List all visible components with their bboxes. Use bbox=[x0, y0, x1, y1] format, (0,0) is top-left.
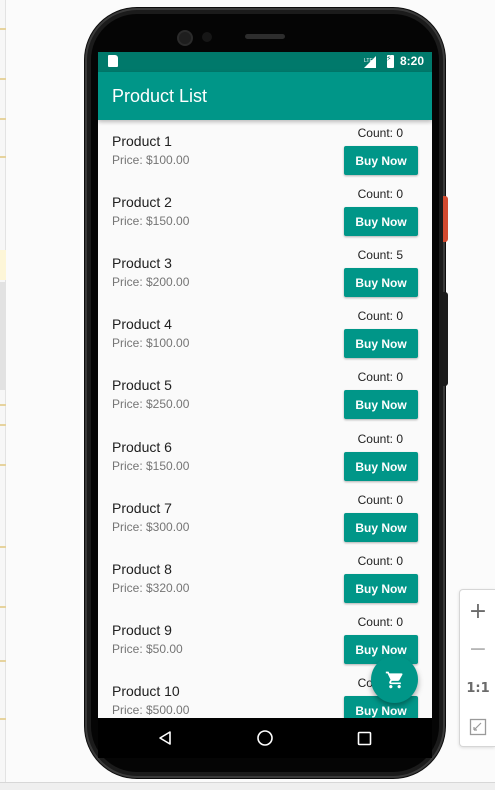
product-name: Product 7 bbox=[112, 500, 172, 516]
signal-icon: LTE bbox=[364, 56, 376, 68]
actual-size-button[interactable]: 1:1 bbox=[460, 669, 495, 707]
fit-screen-icon bbox=[469, 718, 487, 736]
buy-now-button[interactable]: Buy Now bbox=[344, 146, 418, 175]
list-item: Product 4 Price: $100.00 Count: 0 Buy No… bbox=[98, 303, 432, 364]
list-item: Product 6 Price: $150.00 Count: 0 Buy No… bbox=[98, 426, 432, 487]
back-button[interactable] bbox=[155, 728, 175, 748]
sd-card-icon bbox=[108, 55, 118, 67]
buy-now-button[interactable]: Buy Now bbox=[344, 513, 418, 542]
product-price: Price: $150.00 bbox=[112, 214, 190, 228]
zoom-in-button[interactable]: + bbox=[460, 592, 495, 630]
list-item: Product 3 Price: $200.00 Count: 5 Buy No… bbox=[98, 242, 432, 303]
earpiece-speaker bbox=[245, 34, 285, 39]
product-price: Price: $500.00 bbox=[112, 703, 190, 717]
product-name: Product 4 bbox=[112, 316, 172, 332]
list-item: Product 2 Price: $150.00 Count: 0 Buy No… bbox=[98, 181, 432, 242]
product-name: Product 1 bbox=[112, 133, 172, 149]
product-name: Product 10 bbox=[112, 683, 180, 699]
battery-charging-icon bbox=[386, 54, 394, 68]
back-icon bbox=[159, 731, 171, 745]
status-bar: LTE 8:20 bbox=[98, 52, 432, 72]
svg-text:LTE: LTE bbox=[364, 58, 373, 64]
cart-fab-button[interactable] bbox=[371, 656, 418, 703]
left-ruler-strip bbox=[0, 0, 6, 782]
product-price: Price: $250.00 bbox=[112, 397, 190, 411]
product-count: Count: 0 bbox=[357, 187, 403, 201]
page-title: Product List bbox=[112, 86, 208, 106]
home-button[interactable] bbox=[255, 728, 275, 748]
buy-now-button[interactable]: Buy Now bbox=[344, 574, 418, 603]
buy-now-button[interactable]: Buy Now bbox=[344, 207, 418, 236]
product-price: Price: $150.00 bbox=[112, 459, 190, 473]
product-count: Count: 0 bbox=[357, 126, 403, 140]
workspace-bottom-edge bbox=[0, 782, 495, 790]
product-name: Product 3 bbox=[112, 255, 172, 271]
navigation-bar bbox=[98, 718, 432, 758]
fit-screen-button[interactable] bbox=[460, 708, 495, 746]
product-count: Count: 0 bbox=[357, 309, 403, 323]
product-price: Price: $100.00 bbox=[112, 153, 190, 167]
recents-icon bbox=[357, 731, 371, 745]
product-name: Product 5 bbox=[112, 377, 172, 393]
proximity-sensor bbox=[202, 32, 212, 42]
buy-now-button[interactable]: Buy Now bbox=[344, 452, 418, 481]
product-count: Count: 5 bbox=[357, 248, 403, 262]
status-time: 8:20 bbox=[400, 54, 425, 68]
side-button-volume[interactable] bbox=[443, 292, 448, 386]
product-price: Price: $200.00 bbox=[112, 275, 190, 289]
product-count: Count: 0 bbox=[357, 432, 403, 446]
front-camera-icon bbox=[177, 30, 193, 46]
product-name: Product 2 bbox=[112, 194, 172, 210]
app-bar: Product List bbox=[98, 72, 432, 120]
zoom-out-button[interactable]: − bbox=[460, 630, 495, 668]
product-count: Count: 0 bbox=[357, 554, 403, 568]
buy-now-button[interactable]: Buy Now bbox=[344, 390, 418, 419]
home-icon bbox=[257, 730, 273, 746]
side-button-red[interactable] bbox=[443, 196, 448, 242]
list-item: Product 5 Price: $250.00 Count: 0 Buy No… bbox=[98, 364, 432, 425]
list-item: Product 7 Price: $300.00 Count: 0 Buy No… bbox=[98, 487, 432, 548]
list-item: Product 8 Price: $320.00 Count: 0 Buy No… bbox=[98, 548, 432, 609]
product-name: Product 8 bbox=[112, 561, 172, 577]
product-price: Price: $300.00 bbox=[112, 520, 190, 534]
product-count: Count: 0 bbox=[357, 615, 403, 629]
product-count: Count: 0 bbox=[357, 370, 403, 384]
zoom-controls: + − 1:1 bbox=[459, 589, 495, 747]
shopping-cart-icon bbox=[385, 671, 403, 688]
product-name: Product 6 bbox=[112, 439, 172, 455]
product-name: Product 9 bbox=[112, 622, 172, 638]
recents-button[interactable] bbox=[354, 728, 374, 748]
product-price: Price: $100.00 bbox=[112, 336, 190, 350]
device-screen: LTE 8:20 Product List Product 1 Price: $… bbox=[98, 52, 432, 718]
product-price: Price: $320.00 bbox=[112, 581, 190, 595]
buy-now-button[interactable]: Buy Now bbox=[344, 268, 418, 297]
buy-now-button[interactable]: Buy Now bbox=[344, 329, 418, 358]
list-item: Product 1 Price: $100.00 Count: 0 Buy No… bbox=[98, 120, 432, 181]
product-count: Count: 0 bbox=[357, 493, 403, 507]
product-price: Price: $50.00 bbox=[112, 642, 183, 656]
